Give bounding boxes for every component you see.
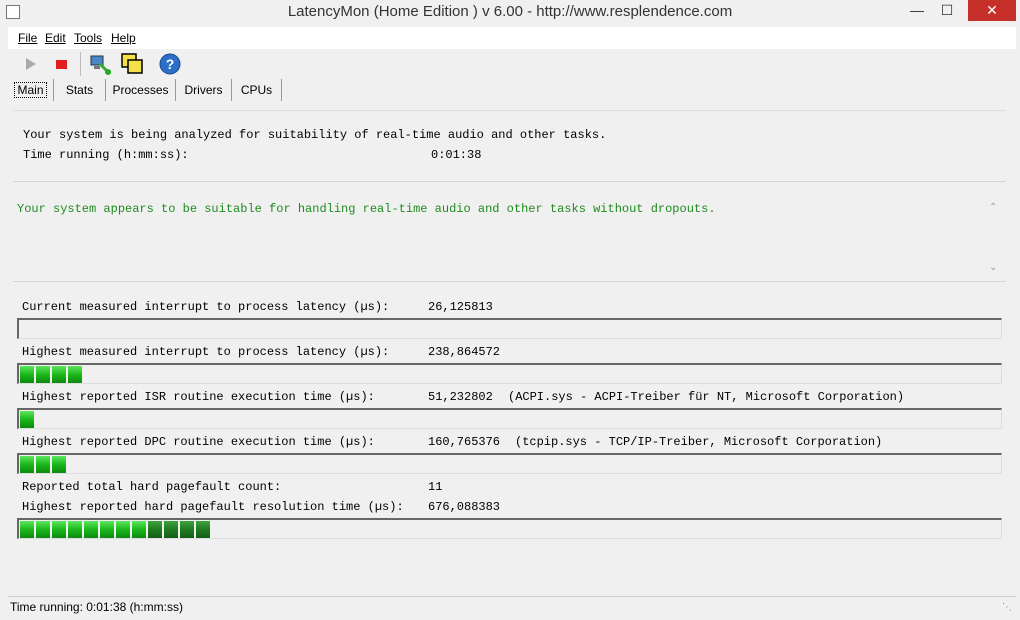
bar-segment xyxy=(164,521,178,538)
highest-latency-value: 238,864572 xyxy=(428,345,501,359)
time-running-value: 0:01:38 xyxy=(431,148,482,162)
svg-text:?: ? xyxy=(166,56,175,72)
close-button[interactable]: ✕ xyxy=(968,0,1016,21)
play-icon[interactable] xyxy=(18,52,42,76)
isr-time-bar-fill xyxy=(20,411,36,428)
current-latency-bar xyxy=(17,318,1002,339)
pagefault-time-value: 676,088383 xyxy=(428,500,501,514)
current-latency-label: Current measured interrupt to process la… xyxy=(22,300,390,314)
toolbar-separator xyxy=(80,52,81,76)
tab-processes-label: Processes xyxy=(112,83,169,97)
scroll-up-icon[interactable]: ⌃ xyxy=(989,202,997,213)
tab-stats-label: Stats xyxy=(65,83,94,97)
resize-grip-icon[interactable]: ⋱ xyxy=(1002,602,1014,614)
scroll-down-icon[interactable]: ⌄ xyxy=(989,262,997,273)
menu-file[interactable]: File xyxy=(18,31,37,45)
help-icon[interactable]: ? xyxy=(158,52,182,76)
bar-segment xyxy=(196,521,210,538)
menu-tools[interactable]: Tools xyxy=(74,31,102,45)
title-bar: LatencyMon (Home Edition ) v 6.00 - http… xyxy=(0,0,1020,26)
main-panel: Your system is being analyzed for suitab… xyxy=(13,110,1006,595)
bar-segment xyxy=(180,521,194,538)
maximize-button[interactable]: ☐ xyxy=(932,0,962,21)
pagefault-count-value: 11 xyxy=(428,480,443,494)
bar-segment xyxy=(20,411,34,428)
stop-icon[interactable] xyxy=(50,52,74,76)
minimize-button[interactable]: — xyxy=(902,0,932,21)
bar-segment xyxy=(36,521,50,538)
bar-segment xyxy=(100,521,114,538)
dpc-time-value: 160,765376 xyxy=(428,435,501,449)
pagefault-time-bar xyxy=(17,518,1002,539)
isr-time-bar xyxy=(17,408,1002,429)
bar-segment xyxy=(68,521,82,538)
bar-segment xyxy=(52,521,66,538)
highest-latency-bar xyxy=(17,363,1002,384)
pagefault-count-label: Reported total hard pagefault count: xyxy=(22,480,282,494)
tab-cpus-label: CPUs xyxy=(240,83,273,97)
current-latency-value: 26,125813 xyxy=(428,300,493,314)
result-text: Your system appears to be suitable for h… xyxy=(17,202,716,216)
isr-time-label: Highest reported ISR routine execution t… xyxy=(22,390,375,404)
menu-edit[interactable]: Edit xyxy=(45,31,66,45)
bar-segment xyxy=(132,521,146,538)
tab-drivers-label: Drivers xyxy=(184,83,223,97)
bar-segment xyxy=(52,456,66,473)
dpc-time-detail: (tcpip.sys - TCP/IP-Treiber, Microsoft C… xyxy=(515,435,883,449)
tab-processes[interactable]: Processes xyxy=(106,79,176,101)
tab-drivers[interactable]: Drivers xyxy=(176,79,232,101)
toolbar: ? xyxy=(8,50,1016,78)
bar-segment xyxy=(20,521,34,538)
bar-segment xyxy=(116,521,130,538)
tab-main-label: Main xyxy=(14,82,47,98)
status-bar: Time running: 0:01:38 (h:mm:ss) ⋱ xyxy=(8,596,1016,616)
pagefault-time-label: Highest reported hard pagefault resoluti… xyxy=(22,500,404,514)
isr-time-value: 51,232802 xyxy=(428,390,493,404)
bar-segment xyxy=(20,366,34,383)
menu-bar: File Edit Tools Help xyxy=(8,27,1016,49)
dpc-time-bar-fill xyxy=(20,456,68,473)
window-title: LatencyMon (Home Edition ) v 6.00 - http… xyxy=(287,3,733,20)
menu-help[interactable]: Help xyxy=(111,31,136,45)
tab-main[interactable]: Main xyxy=(8,79,54,101)
bar-segment xyxy=(20,456,34,473)
highest-latency-bar-fill xyxy=(20,366,84,383)
bar-segment xyxy=(84,521,98,538)
network-icon[interactable] xyxy=(88,52,112,76)
bar-segment xyxy=(68,366,82,383)
status-text: Time running: 0:01:38 (h:mm:ss) xyxy=(10,600,183,614)
bar-segment xyxy=(148,521,162,538)
tab-bar: Main Stats Processes Drivers CPUs xyxy=(8,79,1016,101)
analyzing-text: Your system is being analyzed for suitab… xyxy=(23,128,607,142)
dpc-time-label: Highest reported DPC routine execution t… xyxy=(22,435,375,449)
bar-segment xyxy=(36,456,50,473)
bar-segment xyxy=(52,366,66,383)
highest-latency-label: Highest measured interrupt to process la… xyxy=(22,345,390,359)
tab-cpus[interactable]: CPUs xyxy=(232,79,282,101)
tab-stats[interactable]: Stats xyxy=(54,79,106,101)
windows-icon[interactable] xyxy=(120,52,144,76)
dpc-time-bar xyxy=(17,453,1002,474)
bar-segment xyxy=(36,366,50,383)
isr-time-detail: (ACPI.sys - ACPI-Treiber für NT, Microso… xyxy=(508,390,905,404)
time-running-label: Time running (h:mm:ss): xyxy=(23,148,189,162)
pagefault-time-bar-fill xyxy=(20,521,212,538)
result-textbox[interactable]: Your system appears to be suitable for h… xyxy=(13,181,1006,282)
